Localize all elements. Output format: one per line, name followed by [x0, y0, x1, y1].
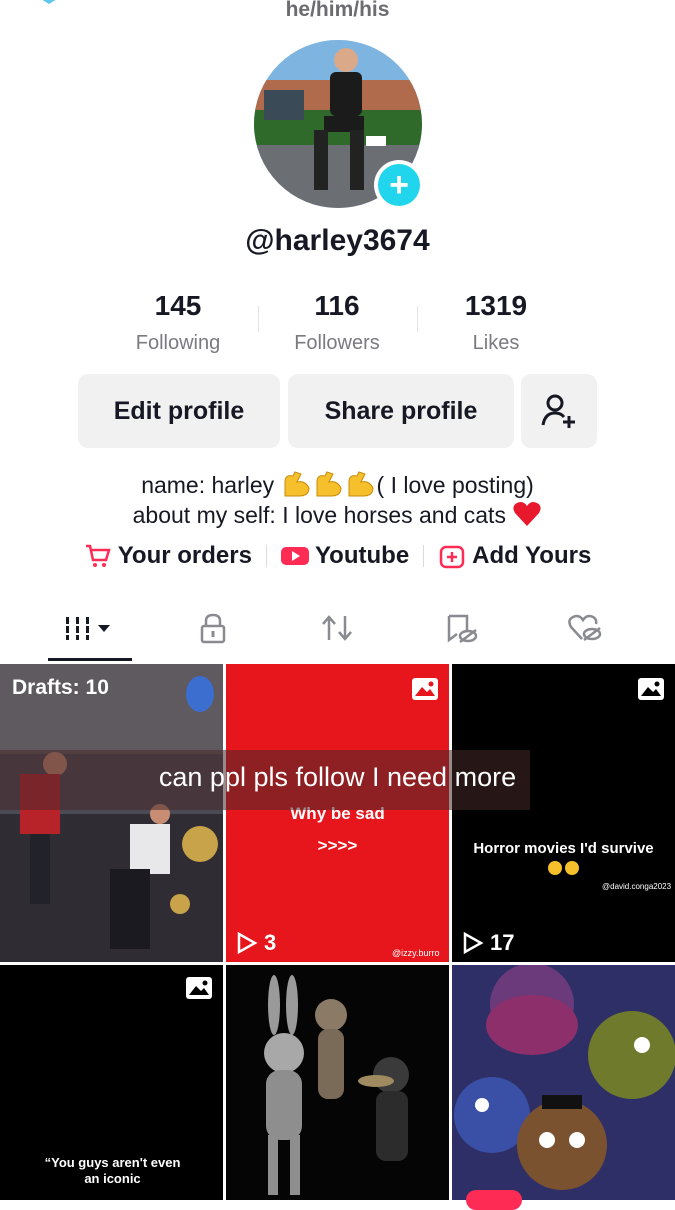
- video-tile[interactable]: “You guys aren't even an iconic: [0, 965, 223, 1200]
- tab-liked[interactable]: [555, 606, 615, 650]
- drafts-label: Drafts: 10: [12, 676, 109, 699]
- photo-post-icon: [186, 977, 212, 999]
- content-tabs: [0, 606, 675, 662]
- add-yours-icon: [439, 545, 465, 569]
- play-count-value: 3: [264, 930, 277, 955]
- stat-label: Followers: [294, 332, 380, 354]
- bio-line-1: name: harley ( I love posting): [0, 470, 675, 504]
- plus-icon: +: [378, 164, 420, 206]
- post-text: Horror movies I'd survive: [473, 840, 654, 857]
- red-heart-icon: [512, 500, 542, 534]
- bookmark-hidden-icon: [447, 614, 478, 643]
- divider: [423, 545, 425, 567]
- menu-icon[interactable]: [610, 0, 644, 2]
- lock-icon: [200, 613, 226, 644]
- username: @harley3674: [245, 224, 430, 257]
- add-person-icon: [541, 394, 575, 428]
- add-avatar-button[interactable]: +: [374, 160, 424, 210]
- divider: [265, 545, 267, 567]
- stat-followers[interactable]: 116 Followers: [257, 290, 417, 355]
- youtube-link[interactable]: Youtube: [280, 542, 410, 570]
- video-tile[interactable]: [452, 965, 675, 1200]
- tab-videos[interactable]: [60, 606, 120, 650]
- link-label: Your orders: [117, 542, 252, 569]
- share-profile-button[interactable]: Share profile: [288, 374, 514, 448]
- play-icon: [463, 932, 484, 954]
- youtube-icon: [280, 547, 309, 565]
- drafts-tile[interactable]: [0, 664, 223, 962]
- game-thumbnail: [452, 965, 675, 1200]
- edit-profile-button[interactable]: Edit profile: [78, 374, 280, 448]
- post-text: >>>>: [317, 836, 358, 855]
- muscle-emoji-icon: [281, 470, 377, 504]
- stat-value: 1319: [464, 290, 528, 321]
- tab-favorites[interactable]: [431, 606, 491, 650]
- stat-value: 116: [314, 290, 360, 321]
- bio-text: ( I love posting): [376, 472, 534, 499]
- bio-text: about my self: I love horses and cats: [132, 502, 513, 529]
- add-friend-button[interactable]: [521, 374, 597, 448]
- video-tile[interactable]: [226, 965, 449, 1200]
- your-orders-link[interactable]: Your orders: [84, 542, 252, 570]
- active-tab-indicator: [48, 658, 132, 661]
- profile-links: Your orders Youtube Add Yours: [0, 542, 675, 570]
- play-count: 3: [236, 930, 276, 956]
- watermark: @david.conga2023: [602, 882, 672, 891]
- link-label: Youtube: [314, 542, 410, 569]
- tab-reposts[interactable]: [307, 606, 367, 650]
- cartoon-thumbnail: [264, 975, 409, 1195]
- photo-post-icon: [638, 678, 664, 700]
- grid-icon: [66, 617, 110, 640]
- bio-text: name: harley: [141, 472, 281, 499]
- photo-post-icon: [412, 678, 438, 700]
- pronouns: he/him/his: [285, 0, 390, 21]
- stat-value: 145: [154, 290, 202, 321]
- play-count-value: 17: [490, 930, 515, 955]
- stat-likes[interactable]: 1319 Likes: [416, 290, 576, 355]
- add-yours-link[interactable]: Add Yours: [438, 542, 591, 570]
- footprint-icon[interactable]: [542, 0, 570, 6]
- link-label: Add Yours: [472, 542, 592, 569]
- stat-label: Likes: [472, 332, 520, 354]
- play-icon: [237, 932, 258, 954]
- stat-label: Following: [135, 332, 221, 354]
- tired-emoji-icon: [547, 860, 581, 881]
- stat-following[interactable]: 145 Following: [98, 290, 258, 355]
- drafts-thumbnail: [0, 664, 223, 962]
- bio-line-2: about my self: I love horses and cats: [0, 500, 675, 534]
- video-tile[interactable]: Horror movies I'd survive @david.conga20…: [452, 664, 675, 962]
- post-text: “You guys aren't even an iconic: [44, 1155, 181, 1186]
- cart-icon: [85, 544, 111, 567]
- watermark: @izzy.burro: [392, 948, 440, 958]
- caption-overlay-text: can ppl pls follow I need more: [158, 762, 517, 792]
- tab-private[interactable]: [183, 606, 243, 650]
- heart-hidden-icon: [568, 614, 602, 641]
- play-count: 17: [462, 930, 514, 956]
- video-tile[interactable]: Why be sad >>>> 3 @izzy.burro: [226, 664, 449, 962]
- notification-badge[interactable]: [466, 1190, 522, 1210]
- repost-icon: [322, 615, 352, 641]
